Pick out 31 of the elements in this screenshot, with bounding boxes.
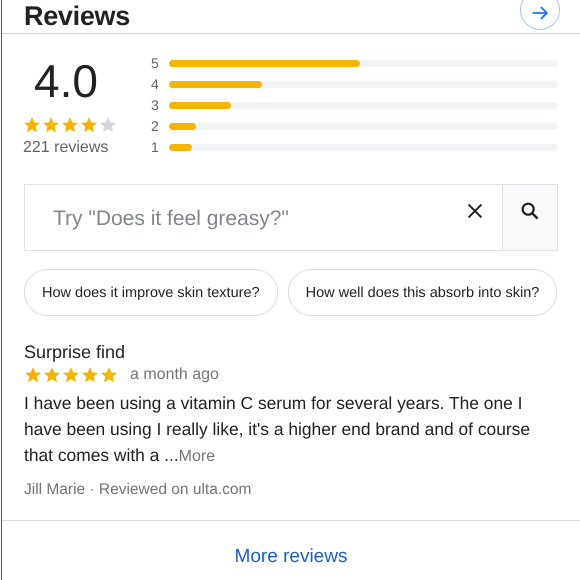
search-icon [519, 200, 541, 222]
star-icon [80, 116, 98, 134]
search-box[interactable]: Try "Does it feel greasy?" [24, 184, 558, 251]
more-link[interactable]: More [178, 448, 216, 465]
star-level-label: 1 [151, 139, 160, 155]
review-count: 221 reviews [23, 139, 108, 157]
suggestion-chip[interactable]: How well does this absorb into skin? [288, 269, 558, 316]
star-level-label: 2 [151, 118, 160, 134]
star-icon [42, 116, 60, 134]
review-title: Surprise find [24, 341, 126, 363]
star-icon [81, 366, 99, 384]
review-author: Jill Marie · Reviewed on ulta.com [24, 481, 252, 499]
review-text: I have been using a vitamin C serum for several years. The one I have been using I really like, it's a higher end brand and of course that comes with a ...More [24, 392, 532, 467]
suggestion-chip[interactable]: How does it improve skin texture? [24, 269, 278, 316]
star-level-label: 4 [151, 76, 160, 92]
star-icon [24, 366, 42, 384]
star-icon [62, 366, 80, 384]
star-icon [99, 116, 117, 134]
star-icon [61, 116, 79, 134]
search-field[interactable]: Try "Does it feel greasy?" [25, 187, 447, 250]
forward-button[interactable] [520, 0, 560, 30]
section-title: Reviews [24, 1, 130, 31]
star-icon [100, 366, 118, 384]
review-date: a month ago [130, 366, 219, 384]
more-reviews-link[interactable]: More reviews [234, 546, 348, 568]
star-icon [43, 366, 61, 384]
star-icon [23, 116, 41, 134]
average-rating: 4.0 [34, 56, 98, 106]
star-level-label: 5 [151, 55, 160, 71]
star-level-label: 3 [151, 97, 160, 113]
search-button[interactable] [502, 185, 557, 250]
